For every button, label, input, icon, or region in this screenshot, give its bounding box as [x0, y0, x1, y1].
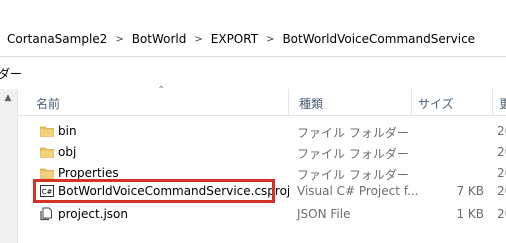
list-item[interactable]: obj ファイル フォルダー 20 [18, 142, 506, 163]
folder-icon [40, 147, 54, 158]
sort-ascending-icon: ⌃ [157, 85, 166, 96]
file-type: Visual C# Project f... [297, 184, 419, 198]
list-item[interactable]: project.json JSON File 1 KB 20 [18, 204, 506, 225]
breadcrumb: CortanaSample2 > BotWorld > EXPORT > Bot… [0, 28, 479, 50]
toolbar: ダー [0, 57, 506, 89]
breadcrumb-item[interactable]: CortanaSample2 [0, 32, 111, 46]
column-header-size[interactable]: サイズ [418, 95, 454, 112]
chevron-right-icon[interactable]: > [190, 34, 206, 45]
column-divider[interactable] [492, 89, 493, 115]
column-header-type[interactable]: 種類 [299, 95, 323, 112]
column-header-name[interactable]: 名前 [36, 95, 60, 112]
folder-icon [40, 168, 54, 179]
breadcrumb-item[interactable]: BotWorld [128, 32, 191, 46]
navigation-pane[interactable]: ▲ [0, 89, 18, 243]
file-name: project.json [58, 207, 128, 221]
file-date: 20 [497, 145, 506, 159]
column-header-date[interactable]: 更 [499, 95, 506, 112]
file-type: ファイル フォルダー [297, 147, 409, 161]
file-date: 20 [497, 124, 506, 138]
chevron-right-icon[interactable]: > [262, 34, 278, 45]
column-header-row: 名前 ⌃ 種類 サイズ 更 [18, 85, 506, 116]
highlight-box [33, 179, 275, 203]
toolbar-label: ダー [0, 67, 23, 81]
folder-icon [40, 126, 54, 137]
file-size: 7 KB [456, 184, 484, 198]
breadcrumb-item[interactable]: EXPORT [207, 32, 262, 46]
file-date: 20 [497, 166, 506, 180]
file-name: bin [58, 124, 77, 138]
list-item[interactable]: bin ファイル フォルダー 20 [18, 121, 506, 142]
file-size: 1 KB [456, 207, 484, 221]
file-type: ファイル フォルダー [297, 126, 409, 140]
column-divider[interactable] [411, 89, 412, 115]
address-bar[interactable]: CortanaSample2 > BotWorld > EXPORT > Bot… [0, 0, 506, 57]
file-date: 20 [497, 184, 506, 198]
file-date: 20 [497, 207, 506, 221]
column-divider[interactable] [288, 89, 289, 115]
breadcrumb-item[interactable]: BotWorldVoiceCommandService [278, 32, 479, 46]
chevron-right-icon[interactable]: > [111, 34, 127, 45]
file-name: obj [58, 145, 77, 159]
file-name: Properties [58, 166, 119, 180]
file-type: JSON File [297, 207, 351, 221]
json-file-icon [40, 207, 52, 221]
chevron-up-icon[interactable]: ▲ [3, 93, 13, 103]
